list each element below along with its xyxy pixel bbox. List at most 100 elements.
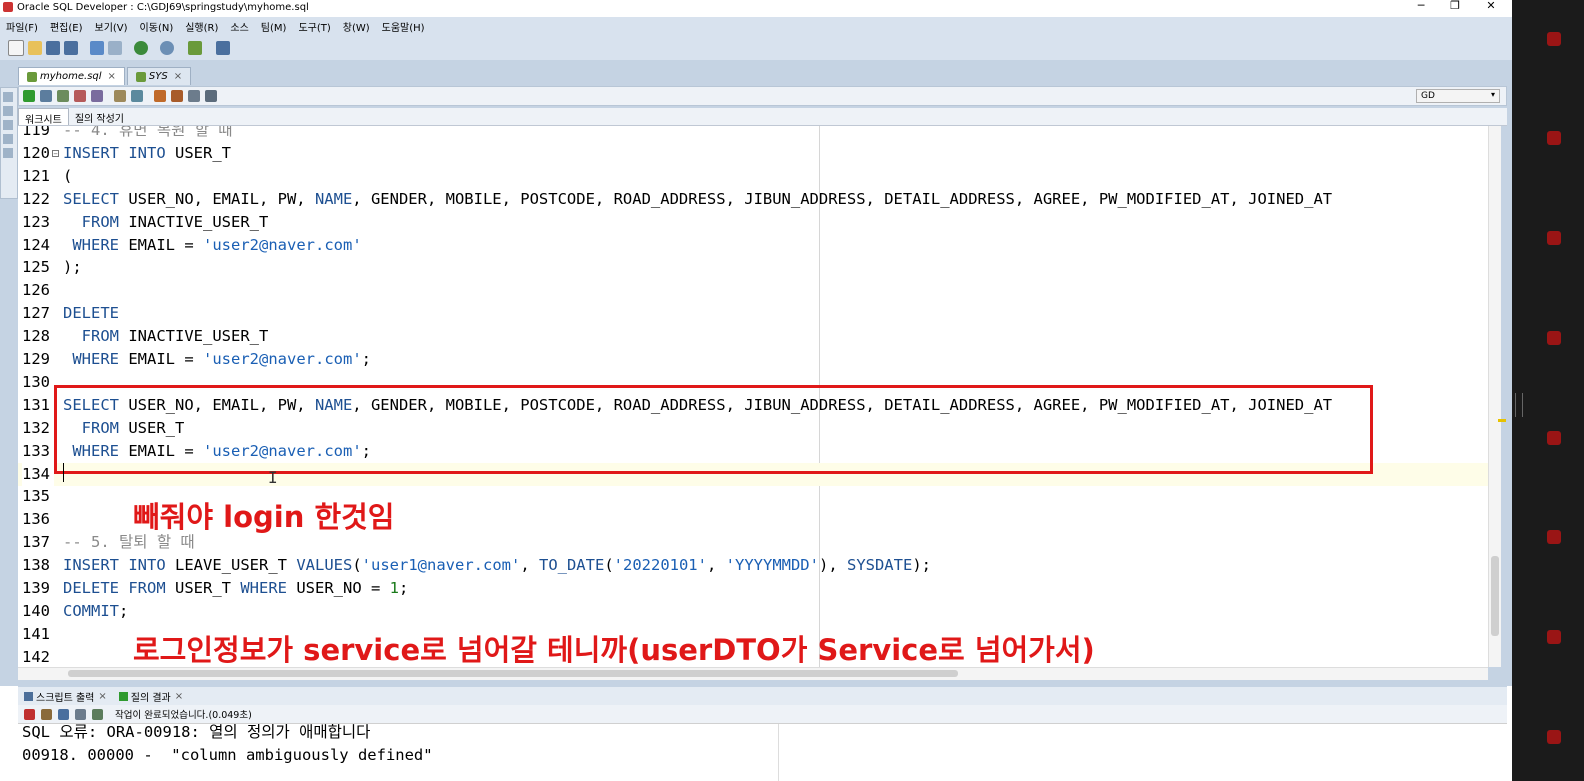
buffer-size-icon[interactable] [92,708,103,720]
fold-toggle-icon[interactable]: − [52,149,59,157]
sql-developer-window: Oracle SQL Developer : C:\GDJ69\springst… [0,0,1512,781]
menu-tools[interactable]: 도구(T) [298,19,330,34]
clear-output-icon[interactable] [41,708,52,720]
minimize-button[interactable]: ─ [1404,0,1438,14]
worksheet-subtabs: 워크시트 질의 작성기 [18,108,1507,126]
unshared-sql-icon[interactable] [205,90,217,102]
run-statement-icon[interactable] [23,90,35,102]
script-output-panel[interactable]: SQL 오류: ORA-00918: 열의 정의가 애매합니다 00918. 0… [18,723,1507,781]
tab-query-result[interactable]: 질의 결과 × [113,689,189,704]
menu-help[interactable]: 도움말(H) [382,19,425,34]
tab-close-icon[interactable]: × [98,691,106,702]
line-number: 126 [22,281,50,300]
clear-icon[interactable] [131,90,143,102]
tab-close-icon[interactable]: × [108,71,116,82]
code-line[interactable]: 126 [18,279,1488,302]
code-line[interactable]: 120 INSERT INTO USER_T − [18,142,1488,165]
editor-vertical-scrollbar[interactable] [1488,126,1501,667]
menu-file[interactable]: 파일(F) [6,19,38,34]
annotation-note-1: 빼줘야 login 한것임 [133,500,395,534]
reports-panel-icon[interactable] [3,106,13,116]
output-status: 작업이 완료되었습니다.(0.049초) [115,710,252,721]
line-number: 129 [22,350,50,368]
menu-source[interactable]: 소스 [230,19,248,34]
tuning-icon[interactable] [188,90,200,102]
code-line[interactable]: 119 -- 4. 휴면 복원 할 때 [18,126,1488,142]
code-line[interactable]: 123 FROM INACTIVE_USER_T [18,211,1488,234]
tab-worksheet[interactable]: 워크시트 [18,108,69,126]
code-line[interactable]: 121 ( [18,165,1488,188]
save-all-icon[interactable] [64,41,78,55]
find-db-object-icon[interactable] [216,41,230,55]
tab-myhome-sql[interactable]: myhome.sql × [18,67,125,85]
muted-mic-icon [1547,131,1561,145]
explain-plan-icon[interactable] [91,90,103,102]
save-icon[interactable] [46,41,60,55]
files-panel-icon[interactable] [3,120,13,130]
app-icon [3,2,13,12]
db-connect-icon[interactable] [188,41,202,55]
code-line[interactable]: 140 COMMIT; [18,600,1488,623]
save-output-icon[interactable] [58,708,69,720]
query-result-icon [118,691,128,701]
redo-icon[interactable] [108,41,122,55]
tab-script-output[interactable]: 스크립트 출력 × [18,689,113,704]
new-file-icon[interactable] [8,40,24,56]
back-icon[interactable] [134,41,148,55]
history-icon[interactable] [154,90,166,102]
undo-icon[interactable] [90,41,104,55]
open-folder-icon[interactable] [28,41,42,55]
menu-view[interactable]: 보기(V) [95,19,128,34]
pin-icon[interactable] [24,708,35,720]
maximize-button[interactable]: ❐ [1438,0,1472,14]
snippets-panel-icon[interactable] [3,148,13,158]
editor-toolbar: GD ▾ [18,86,1507,106]
code-line[interactable]: 122 SELECT USER_NO, EMAIL, PW, NAME, GEND… [18,188,1488,211]
code-line[interactable]: 139 DELETE FROM USER_T WHERE USER_NO = 1; [18,577,1488,600]
autotrace-icon[interactable] [114,90,126,102]
muted-mic-icon [1547,431,1561,445]
code-line[interactable]: 128 FROM INACTIVE_USER_T [18,325,1488,348]
tab-close-icon[interactable]: × [175,691,183,702]
code-line[interactable]: 124 WHERE EMAIL = 'user2@naver.com' [18,234,1488,257]
menu-run[interactable]: 실행(R) [185,19,218,34]
rollback-icon[interactable] [74,90,86,102]
code-line[interactable]: 129 WHERE EMAIL = 'user2@naver.com'; [18,348,1488,371]
line-number: 128 [22,327,50,346]
connections-panel-icon[interactable] [3,92,13,102]
scrollbar-thumb[interactable] [1491,556,1499,636]
line-number: 122 [22,189,50,208]
run-script-icon[interactable] [40,90,52,102]
forward-icon[interactable] [160,41,174,55]
muted-mic-icon [1547,331,1561,345]
text-cursor [63,463,64,482]
editor-horizontal-scrollbar[interactable] [18,667,1488,680]
code-text: ( [63,166,73,185]
line-number: 141 [22,624,50,643]
menu-navigate[interactable]: 이동(N) [140,19,174,34]
panel-grip[interactable] [1515,393,1523,417]
code-line[interactable]: 125); [18,256,1488,279]
format-icon[interactable] [171,90,183,102]
connection-selector[interactable]: GD ▾ [1416,89,1500,103]
tab-sys[interactable]: SYS × [126,67,192,85]
tab-query-builder[interactable]: 질의 작성기 [69,108,130,125]
menu-bar: 파일(F) 편집(E) 보기(V) 이동(N) 실행(R) 소스 팀(M) 도구… [0,17,1512,36]
code-line[interactable]: 127 DELETE [18,302,1488,325]
connection-label: GD [1421,91,1435,101]
muted-mic-icon [1547,32,1561,46]
commit-icon[interactable] [57,90,69,102]
print-icon[interactable] [75,708,86,720]
code-text: COMMIT; [63,601,129,620]
tab-close-icon[interactable]: × [174,71,182,82]
scrollbar-thumb[interactable] [68,670,958,677]
menu-edit[interactable]: 편집(E) [50,19,83,34]
code-text: SELECT USER_NO, EMAIL, PW, NAME, GENDER,… [63,189,1333,208]
menu-team[interactable]: 팀(M) [261,19,287,34]
menu-window[interactable]: 창(W) [343,19,370,34]
close-button[interactable]: ✕ [1474,0,1508,14]
code-line[interactable]: 138 INSERT INTO LEAVE_USER_T VALUES('user… [18,554,1488,577]
mouse-ibeam-icon: I [268,468,278,487]
dba-panel-icon[interactable] [3,134,13,144]
line-number: 127 [22,304,50,323]
